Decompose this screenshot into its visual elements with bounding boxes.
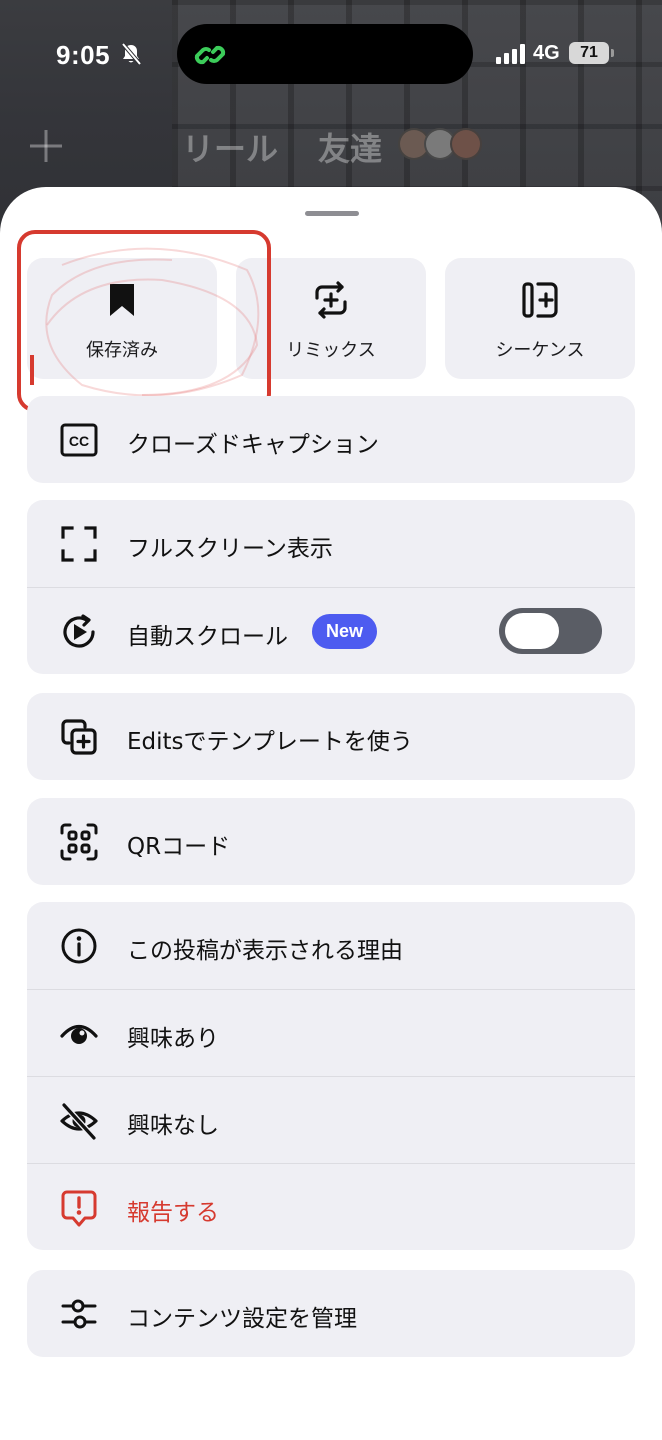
report-item[interactable]: 報告する (27, 1163, 635, 1250)
edits-template-item[interactable]: Editsでテンプレートを使う (27, 693, 635, 780)
dynamic-island (177, 24, 473, 84)
closed-captions-item[interactable]: CC クローズドキャプション (27, 396, 635, 483)
eye-slash-icon (60, 1102, 98, 1141)
sheet-grabber[interactable] (305, 211, 359, 216)
battery-nub (611, 49, 614, 57)
friend-avatars (398, 128, 488, 162)
qr-code-icon (60, 823, 98, 861)
plus-icon (30, 130, 62, 162)
captions-group: CC クローズドキャプション (27, 396, 635, 483)
qr-code-item[interactable]: QRコード (27, 798, 635, 885)
sliders-icon (61, 1299, 97, 1329)
new-badge: New (312, 614, 378, 649)
fullscreen-label: フルスクリーン表示 (127, 536, 333, 562)
link-icon (194, 45, 226, 65)
autoscroll-item[interactable]: 自動スクロール New (27, 587, 635, 674)
report-label: 報告する (127, 1200, 219, 1226)
remix-icon (315, 281, 347, 319)
eye-icon (60, 1024, 98, 1044)
autoscroll-label: 自動スクロール (127, 624, 288, 650)
cc-icon: CC (60, 423, 98, 457)
autoscroll-toggle[interactable] (499, 608, 602, 654)
background-top-nav: リール 友達 (0, 120, 662, 180)
edits-template-label: Editsでテンプレートを使う (127, 729, 413, 755)
status-bar: 9:05 4G 71 (0, 0, 662, 110)
edits-group: Editsでテンプレートを使う (27, 693, 635, 780)
battery-icon: 71 (569, 42, 609, 64)
qr-code-label: QRコード (127, 834, 231, 860)
why-seeing-label: この投稿が表示される理由 (127, 938, 403, 964)
content-settings-group: コンテンツ設定を管理 (27, 1270, 635, 1357)
fullscreen-icon (61, 526, 97, 562)
not-interested-item[interactable]: 興味なし (27, 1076, 635, 1163)
reel-options-sheet: 保存済み リミックス シーケンス CC クローズドキャプション フルスクリーン表… (0, 187, 662, 1440)
highlight-box-saved (17, 230, 271, 412)
interested-item[interactable]: 興味あり (27, 989, 635, 1076)
closed-captions-label: クローズドキャプション (127, 432, 379, 458)
sequence-button[interactable]: シーケンス (445, 258, 635, 379)
playback-group: フルスクリーン表示 自動スクロール New (27, 500, 635, 674)
content-settings-label: コンテンツ設定を管理 (127, 1306, 357, 1332)
fullscreen-item[interactable]: フルスクリーン表示 (27, 500, 635, 587)
add-template-icon (61, 719, 97, 755)
feedback-group: この投稿が表示される理由 興味あり 興味なし 報告する (27, 902, 635, 1250)
content-settings-item[interactable]: コンテンツ設定を管理 (27, 1270, 635, 1357)
why-seeing-item[interactable]: この投稿が表示される理由 (27, 902, 635, 989)
not-interested-label: 興味なし (127, 1113, 219, 1139)
tab-friends: 友達 (318, 130, 383, 168)
cellular-signal-icon (496, 44, 525, 64)
autoscroll-icon (63, 614, 95, 648)
svg-text:CC: CC (69, 433, 89, 449)
sequence-icon (522, 282, 558, 318)
qr-group: QRコード (27, 798, 635, 885)
sequence-label: シーケンス (495, 340, 585, 361)
tab-reels: リール (182, 130, 279, 168)
interested-label: 興味あり (127, 1026, 219, 1052)
status-time: 9:05 (56, 40, 111, 70)
report-icon (61, 1190, 97, 1227)
info-icon (61, 928, 97, 964)
bell-slash-icon (121, 42, 142, 66)
toggle-knob (505, 613, 559, 649)
network-type: 4G (533, 42, 560, 64)
